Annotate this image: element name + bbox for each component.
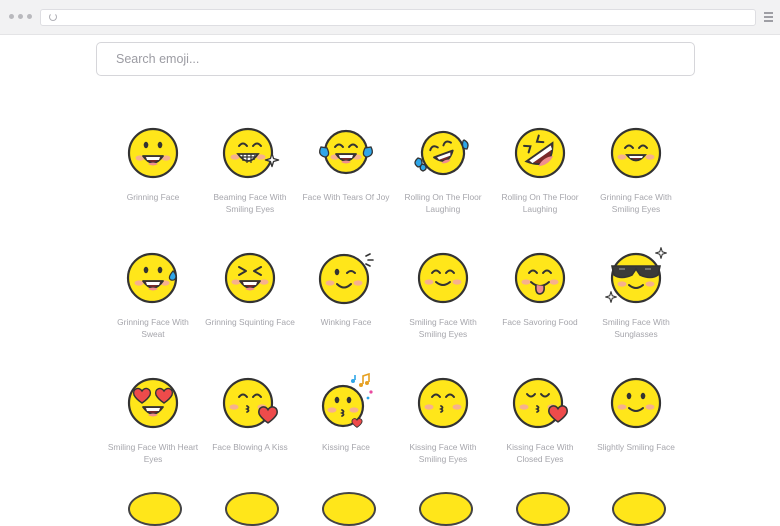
emoji-partial-row[interactable]	[128, 492, 182, 526]
grinning-smiling-eyes-icon	[581, 120, 691, 186]
emoji-label: Smiling Face With Heart Eyes	[107, 442, 199, 464]
emoji-label: Slightly Smiling Face	[597, 442, 675, 452]
search-box[interactable]	[96, 42, 695, 76]
emoji-card[interactable]: Grinning Face With Smiling Eyes	[581, 120, 691, 215]
emoji-card[interactable]: Kissing Face	[291, 370, 401, 454]
emoji-card[interactable]: Grinning Squinting Face	[195, 245, 305, 329]
heart-eyes-icon	[98, 370, 208, 436]
window-controls[interactable]	[9, 14, 32, 19]
emoji-card[interactable]: Grinning Face	[98, 120, 208, 204]
emoji-label: Grinning Face With Smiling Eyes	[600, 192, 672, 214]
browser-chrome	[0, 0, 780, 35]
emoji-card[interactable]: Grinning Face With Sweat	[98, 245, 208, 340]
emoji-label: Kissing Face With Smiling Eyes	[409, 442, 477, 464]
kissing-face-icon	[291, 370, 401, 436]
window-dot[interactable]	[9, 14, 14, 19]
emoji-label: Smiling Face With Sunglasses	[602, 317, 670, 339]
emoji-card[interactable]: Rolling On The Floor Laughing	[485, 120, 595, 215]
emoji-label: Kissing Face	[322, 442, 370, 452]
emoji-card[interactable]: Face Blowing A Kiss	[195, 370, 305, 454]
emoji-label: Grinning Squinting Face	[205, 317, 295, 327]
search-input[interactable]	[97, 43, 694, 75]
emoji-label: Rolling On The Floor Laughing	[501, 192, 579, 214]
rolling-laughing-alt-icon	[485, 120, 595, 186]
address-bar[interactable]	[40, 9, 756, 26]
window-dot[interactable]	[27, 14, 32, 19]
emoji-card[interactable]: Rolling On The Floor Laughing	[388, 120, 498, 215]
kissing-smiling-eyes-icon	[388, 370, 498, 436]
reload-icon[interactable]	[49, 13, 57, 21]
slightly-smiling-icon	[581, 370, 691, 436]
emoji-label: Face Blowing A Kiss	[212, 442, 288, 452]
grinning-sweat-icon	[98, 245, 208, 311]
grinning-squinting-icon	[195, 245, 305, 311]
emoji-card[interactable]: Slightly Smiling Face	[581, 370, 691, 454]
emoji-label: Face With Tears Of Joy	[302, 192, 390, 202]
emoji-card[interactable]: Face Savoring Food	[485, 245, 595, 329]
winking-face-icon	[291, 245, 401, 311]
beaming-face-icon	[195, 120, 305, 186]
emoji-partial-row[interactable]	[612, 492, 666, 526]
rolling-laughing-icon	[388, 120, 498, 186]
emoji-partial-row[interactable]	[516, 492, 570, 526]
window-dot[interactable]	[18, 14, 23, 19]
emoji-label: Face Savoring Food	[502, 317, 578, 327]
savoring-food-icon	[485, 245, 595, 311]
emoji-card[interactable]: Smiling Face With Smiling Eyes	[388, 245, 498, 340]
emoji-card[interactable]: Beaming Face With Smiling Eyes	[195, 120, 305, 215]
emoji-card[interactable]: Winking Face	[291, 245, 401, 329]
tears-of-joy-icon	[291, 120, 401, 186]
kissing-closed-eyes-icon	[485, 370, 595, 436]
emoji-card[interactable]: Smiling Face With Heart Eyes	[98, 370, 208, 465]
hamburger-menu-icon[interactable]	[764, 12, 773, 24]
sunglasses-face-icon	[581, 245, 691, 311]
emoji-partial-row[interactable]	[322, 492, 376, 526]
emoji-card[interactable]: Face With Tears Of Joy	[291, 120, 401, 204]
emoji-label: Winking Face	[320, 317, 372, 327]
emoji-label: Grinning Face With Sweat	[117, 317, 189, 339]
emoji-partial-row[interactable]	[225, 492, 279, 526]
emoji-label: Grinning Face	[126, 192, 180, 202]
emoji-label: Kissing Face With Closed Eyes	[506, 442, 574, 464]
smiling-eyes-icon	[388, 245, 498, 311]
emoji-partial-row[interactable]	[419, 492, 473, 526]
blowing-kiss-icon	[195, 370, 305, 436]
emoji-card[interactable]: Kissing Face With Closed Eyes	[485, 370, 595, 465]
emoji-card[interactable]: Kissing Face With Smiling Eyes	[388, 370, 498, 465]
emoji-label: Beaming Face With Smiling Eyes	[213, 192, 287, 214]
emoji-label: Rolling On The Floor Laughing	[404, 192, 482, 214]
grinning-face-icon	[98, 120, 208, 186]
emoji-label: Smiling Face With Smiling Eyes	[409, 317, 477, 339]
emoji-card[interactable]: Smiling Face With Sunglasses	[581, 245, 691, 340]
